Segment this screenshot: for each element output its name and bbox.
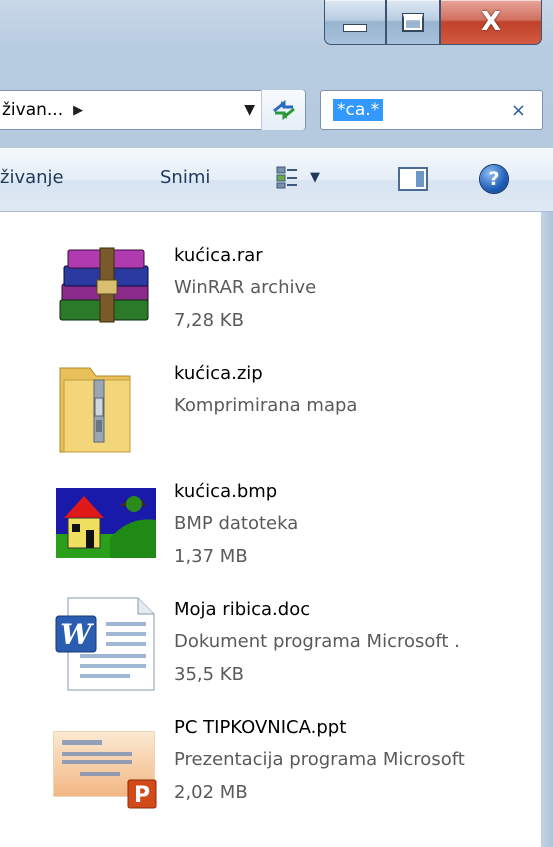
- window-border-right: [541, 212, 553, 847]
- command-bar: živanje Snimi ▼ ?: [0, 148, 553, 212]
- file-text: kućica.zip Komprimirana mapa: [174, 358, 357, 422]
- powerpoint-presentation-icon: P: [53, 731, 157, 809]
- list-item[interactable]: kućica.bmp BMP datoteka 1,37 MB: [50, 476, 540, 596]
- file-type: Prezentacija programa Microsoft: [174, 749, 465, 770]
- close-button[interactable]: X: [440, 0, 542, 45]
- bmp-image-icon: [56, 488, 156, 558]
- close-icon: X: [480, 7, 502, 37]
- file-size: 35,5 KB: [174, 664, 244, 685]
- file-type: WinRAR archive: [174, 277, 317, 298]
- save-button[interactable]: Snimi: [160, 167, 210, 188]
- toolbar-item-truncated[interactable]: živanje: [0, 167, 64, 188]
- views-icon: [276, 166, 297, 189]
- zip-folder-icon: [59, 367, 131, 453]
- svg-text:W: W: [60, 618, 94, 651]
- file-text: kućica.rar WinRAR archive 7,28 KB: [174, 240, 316, 337]
- word-document-icon: W: [55, 597, 155, 691]
- maximize-icon: [402, 12, 424, 32]
- file-name[interactable]: PC TIPKOVNICA.ppt: [174, 712, 465, 743]
- file-name[interactable]: kućica.bmp: [174, 476, 298, 507]
- search-box[interactable]: *ca.* ×: [320, 90, 543, 130]
- breadcrumb-arrow-icon[interactable]: ▶: [73, 103, 83, 118]
- list-item[interactable]: kućica.zip Komprimirana mapa: [50, 358, 540, 478]
- refresh-button[interactable]: [261, 90, 305, 130]
- file-name[interactable]: kućica.zip: [174, 358, 357, 389]
- breadcrumb[interactable]: živan...: [0, 100, 63, 120]
- minimize-icon: [343, 24, 367, 32]
- file-type: Dokument programa Microsoft .: [174, 631, 460, 652]
- file-text: kućica.bmp BMP datoteka 1,37 MB: [174, 476, 298, 573]
- search-input[interactable]: *ca.*: [333, 99, 384, 121]
- address-bar[interactable]: živan... ▶ ▼: [0, 90, 306, 130]
- svg-text:P: P: [134, 783, 150, 808]
- file-size: 7,28 KB: [174, 310, 244, 331]
- file-type: BMP datoteka: [174, 513, 299, 534]
- help-icon[interactable]: ?: [480, 165, 508, 193]
- clear-search-icon[interactable]: ×: [511, 100, 526, 121]
- file-name[interactable]: kućica.rar: [174, 240, 316, 271]
- file-type: Komprimirana mapa: [174, 395, 358, 416]
- refresh-icon: [272, 99, 295, 121]
- address-history-dropdown[interactable]: ▼: [244, 102, 255, 118]
- list-item[interactable]: kućica.rar WinRAR archive 7,28 KB: [50, 240, 540, 360]
- file-name[interactable]: Moja ribica.doc: [174, 594, 460, 625]
- views-dropdown-icon[interactable]: ▼: [310, 170, 320, 185]
- list-item[interactable]: W Moja ribica.doc Dokument programa Micr…: [50, 594, 540, 714]
- minimize-button[interactable]: [324, 0, 386, 45]
- file-size: 1,37 MB: [174, 546, 248, 567]
- file-text: Moja ribica.doc Dokument programa Micros…: [174, 594, 460, 691]
- list-item[interactable]: P PC TIPKOVNICA.ppt Prezentacija program…: [50, 712, 540, 832]
- file-size: 2,02 MB: [174, 782, 248, 803]
- file-text: PC TIPKOVNICA.ppt Prezentacija programa …: [174, 712, 465, 809]
- maximize-button[interactable]: [386, 0, 440, 45]
- file-list: kućica.rar WinRAR archive 7,28 KB kućica…: [0, 212, 541, 847]
- caption-buttons: X: [324, 0, 542, 48]
- winrar-archive-icon: [59, 247, 149, 323]
- preview-pane-icon[interactable]: [398, 167, 428, 191]
- change-view-button[interactable]: ▼: [276, 165, 320, 189]
